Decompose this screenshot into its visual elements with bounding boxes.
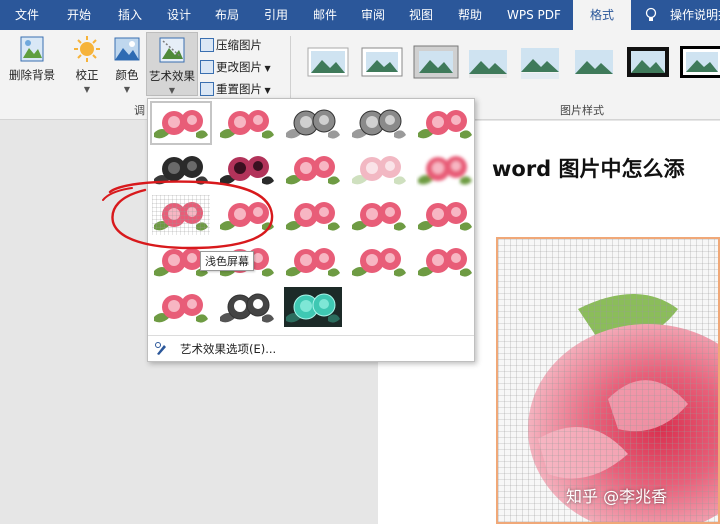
sun-icon (74, 36, 100, 62)
artistic-effect-thumb-8[interactable] (284, 149, 342, 189)
artistic-effects-gallery: 艺术效果选项(E)... (147, 98, 475, 362)
tab-home[interactable]: 开始 (67, 0, 91, 30)
brush-icon (154, 341, 170, 357)
artistic-effect-thumb-13[interactable] (284, 195, 342, 235)
remove-background-button[interactable]: 删除背景 (8, 34, 56, 83)
tab-insert[interactable]: 插入 (118, 0, 142, 30)
artistic-effect-thumb-6[interactable] (152, 149, 210, 189)
reset-picture-icon (200, 82, 214, 96)
picture-style-1[interactable] (304, 42, 352, 82)
tab-review[interactable]: 审阅 (361, 0, 385, 30)
change-picture-icon (200, 60, 214, 74)
artistic-effect-thumb-21[interactable] (152, 287, 210, 327)
artistic-effect-thumb-23[interactable] (284, 287, 342, 327)
artistic-effect-thumb-12[interactable] (218, 195, 276, 235)
artistic-effect-thumb-20[interactable] (416, 241, 474, 281)
corrections-button[interactable]: 校正 ▼ (70, 34, 104, 94)
picture-style-4[interactable] (464, 42, 512, 82)
artistic-effects-options-item[interactable]: 艺术效果选项(E)... (154, 339, 276, 359)
tab-layout[interactable]: 布局 (215, 0, 239, 30)
artistic-effect-thumb-11[interactable] (152, 195, 210, 235)
document-heading: word 图片中怎么添 (492, 157, 685, 181)
tab-tell-me[interactable]: 操作说明搜 (670, 0, 720, 30)
picture-style-3[interactable] (412, 42, 460, 82)
document-picture[interactable] (496, 237, 720, 524)
effect-tooltip: 浅色屏幕 (200, 251, 254, 271)
chevron-down-icon: ▼ (83, 85, 91, 94)
tab-mailings[interactable]: 邮件 (313, 0, 337, 30)
artistic-effect-thumb-7[interactable] (218, 149, 276, 189)
chevron-down-icon: ▼ (123, 85, 131, 94)
artistic-effect-thumb-15[interactable] (416, 195, 474, 235)
picture-styles-group-label: 图片样式 (560, 104, 604, 117)
chevron-down-icon: ▼ (168, 86, 176, 95)
compress-pictures-button[interactable]: 压缩图片 (200, 35, 262, 55)
picture-style-6[interactable] (570, 42, 618, 82)
gallery-divider (148, 335, 474, 336)
artistic-effect-thumb-14[interactable] (350, 195, 408, 235)
tab-view[interactable]: 视图 (409, 0, 433, 30)
ribbon-tab-bar: 文件 开始 插入 设计 布局 引用 邮件 审阅 视图 帮助 WPS PDF 格式… (0, 0, 720, 30)
artistic-effects-button[interactable]: 艺术效果 ▼ (146, 32, 198, 96)
artistic-effect-thumb-22[interactable] (218, 287, 276, 327)
picture-style-5[interactable] (516, 42, 564, 82)
color-button[interactable]: 颜色 ▼ (110, 34, 144, 94)
artistic-effect-thumb-5[interactable] (416, 103, 474, 143)
adjust-group-label: 调 (134, 104, 145, 117)
artistic-effect-thumb-4[interactable] (350, 103, 408, 143)
artistic-effect-thumb-18[interactable] (284, 241, 342, 281)
artistic-effect-thumb-10[interactable] (416, 149, 474, 189)
compress-icon (200, 38, 214, 52)
artistic-effect-thumb-3[interactable] (284, 103, 342, 143)
artistic-effect-thumb-1[interactable] (150, 101, 212, 145)
artistic-effect-thumb-9[interactable] (350, 149, 408, 189)
picture-style-7[interactable] (624, 42, 672, 82)
reset-picture-button[interactable]: 重置图片 ▼ (200, 79, 271, 99)
picture-style-8[interactable] (678, 42, 720, 82)
picture-style-2[interactable] (358, 42, 406, 82)
artistic-effects-icon (159, 37, 185, 63)
tab-design[interactable]: 设计 (167, 0, 191, 30)
lightbulb-icon (645, 7, 657, 23)
tab-wps-pdf[interactable]: WPS PDF (507, 0, 561, 30)
tab-help[interactable]: 帮助 (458, 0, 482, 30)
tab-file[interactable]: 文件 (15, 0, 39, 30)
tab-format[interactable]: 格式 (573, 0, 631, 30)
change-picture-button[interactable]: 更改图片 ▼ (200, 57, 271, 77)
picture-color-icon (114, 37, 140, 61)
artistic-effect-thumb-2[interactable] (218, 103, 276, 143)
tab-references[interactable]: 引用 (264, 0, 288, 30)
remove-background-icon (20, 36, 44, 62)
watermark: 知乎 @李兆香 (566, 487, 668, 506)
artistic-effect-thumb-19[interactable] (350, 241, 408, 281)
